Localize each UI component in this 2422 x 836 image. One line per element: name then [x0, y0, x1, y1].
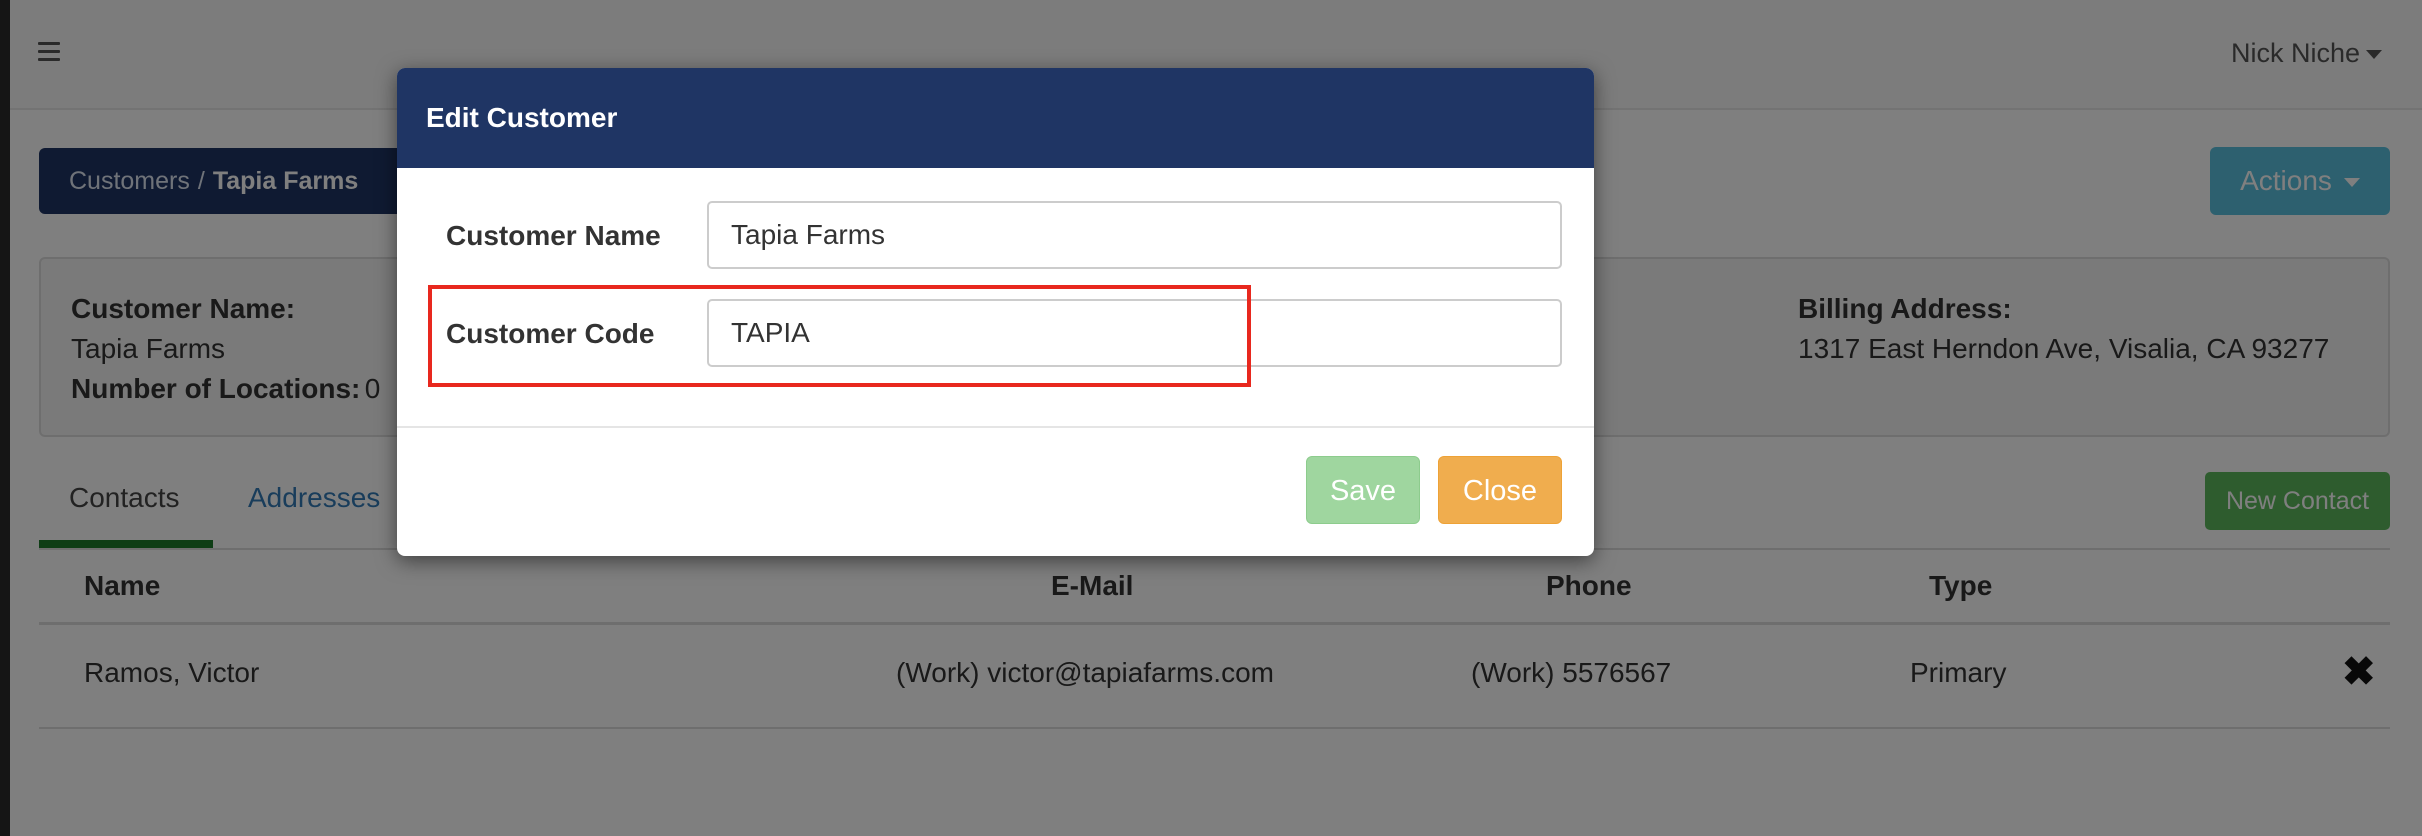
- save-button[interactable]: Save: [1306, 456, 1420, 524]
- modal-footer: Save Close: [397, 426, 1594, 556]
- customer-name-input[interactable]: [707, 201, 1562, 269]
- customer-name-field-label: Customer Name: [446, 220, 661, 251]
- modal-title: Edit Customer: [397, 68, 1594, 168]
- close-button[interactable]: Close: [1438, 456, 1562, 524]
- customer-code-highlight: [428, 285, 1251, 387]
